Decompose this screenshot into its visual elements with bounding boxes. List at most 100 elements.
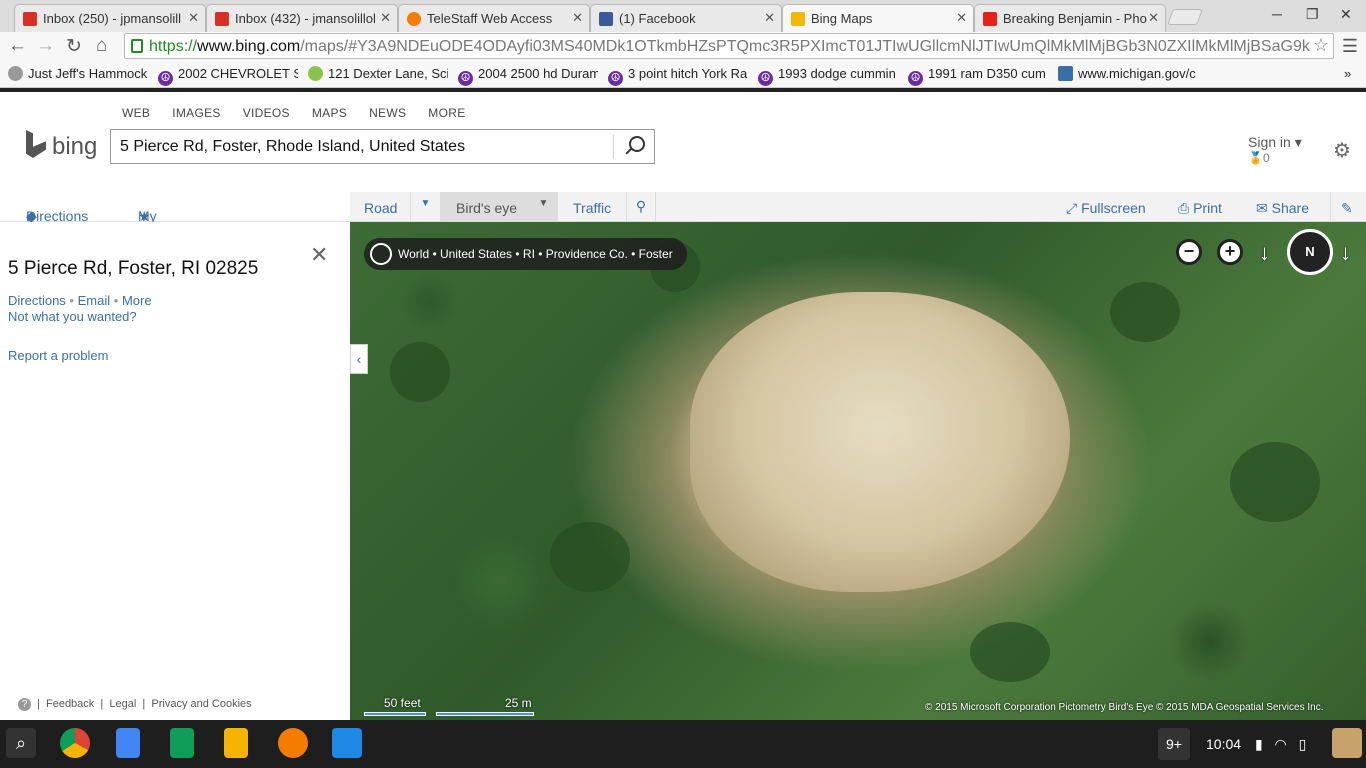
tab-strip: Inbox (250) - jpmansolill ✕ Inbox (432) -… [0,0,1366,32]
road-view-button[interactable]: Road [364,192,397,222]
edit-map-button[interactable]: ✎ [1330,192,1366,222]
printer-icon: ⎙ [1178,200,1190,216]
print-button[interactable]: ⎙ Print [1178,192,1222,222]
slides-app-icon[interactable] [224,728,248,758]
bookmark-item[interactable]: ☮ 1993 dodge cummin [758,66,898,86]
bookmark-item[interactable]: ☮ 2002 CHEVROLET SI [158,66,298,86]
map-toolbar: Road ▼ Bird's eye ▼ Traffic ⚲ ⤢ Fullscre… [350,192,1366,222]
bookmarks-bar: Just Jeff's Hammock ☮ 2002 CHEVROLET SI 1… [0,60,1366,88]
close-tab-icon[interactable]: ✕ [764,10,775,26]
road-dropdown[interactable]: ▼ [410,192,440,222]
close-tab-icon[interactable]: ✕ [956,10,967,26]
os-shelf: ⌕ 9+ 10:04 ▮ ◠ ▯ [0,720,1366,768]
wifi-icon: ◠ [1274,736,1287,752]
rewards-icon: 🏅 [1248,151,1263,165]
fullscreen-button[interactable]: ⤢ Fullscreen [1066,192,1146,222]
not-wanted-link[interactable]: Not what you wanted? [8,309,137,324]
bookmark-item[interactable]: ☮ 3 point hitch York Ra [608,66,748,86]
minimize-icon[interactable]: ─ [1272,6,1282,22]
bing-logo[interactable]: bing [26,130,97,161]
docs-app-icon[interactable] [116,728,140,758]
rotate-left-icon[interactable]: ↓ [1259,240,1270,266]
notification-badge[interactable]: 9+ [1158,728,1190,760]
location-breadcrumb[interactable]: World • United States • RI • Providence … [364,238,687,270]
bookmark-item[interactable]: ☮ 2004 2500 hd Duram [458,66,598,86]
close-window-icon[interactable]: ✕ [1340,6,1352,23]
scale-meters-label: 25 m [505,696,532,710]
tree-canopy [1230,442,1320,522]
nav-web[interactable]: WEB [122,106,150,120]
map-pin-icon [308,66,323,81]
tab-facebook[interactable]: (1) Facebook ✕ [590,4,782,32]
report-problem-link[interactable]: Report a problem [8,348,108,363]
directions-link[interactable]: Directions [8,293,66,308]
nav-more[interactable]: MORE [428,106,465,120]
tab-inbox-2[interactable]: Inbox (432) - jmansolillol ✕ [206,4,398,32]
chevron-down-icon: ▼ [538,198,549,209]
search-input[interactable]: 5 Pierce Rd, Foster, Rhode Island, Unite… [110,129,655,164]
privacy-link[interactable]: Privacy and Cookies [151,698,251,710]
nav-news[interactable]: NEWS [369,106,406,120]
files-app-icon[interactable] [332,728,362,758]
map-canvas[interactable]: World • United States • RI • Providence … [350,222,1366,720]
tab-bing-maps[interactable]: Bing Maps ✕ [782,4,974,32]
compass-button[interactable]: N [1287,229,1333,275]
tab-telestaff[interactable]: TeleStaff Web Access ✕ [398,4,590,32]
chrome-app-icon[interactable] [60,728,90,758]
reload-icon[interactable]: ↻ [66,35,82,58]
sheets-app-icon[interactable] [170,728,194,758]
tab-inbox-1[interactable]: Inbox (250) - jpmansolill ✕ [14,4,206,32]
nav-images[interactable]: IMAGES [172,106,220,120]
email-link[interactable]: Email [78,293,111,308]
address-bar[interactable]: https://www.bing.com/maps/#Y3A9NDEuODE4O… [124,33,1334,59]
youtube-icon [983,12,997,26]
birds-eye-button[interactable]: Bird's eye [440,192,530,222]
traffic-button[interactable]: Traffic [573,192,611,222]
status-tray[interactable]: 10:04 ▮ ◠ ▯ [1198,728,1328,760]
music-app-icon[interactable] [278,728,308,758]
new-tab-button[interactable] [1167,9,1203,25]
close-tab-icon[interactable]: ✕ [1148,10,1159,26]
bookmark-item[interactable]: Just Jeff's Hammock [8,66,148,81]
help-icon[interactable]: ? [18,698,31,711]
bookmark-star-icon[interactable]: ☆ [1313,35,1329,56]
scale-bar-feet [364,712,426,716]
tab-youtube[interactable]: Breaking Benjamin - Pho ✕ [974,4,1166,32]
zoom-out-button[interactable]: − [1176,239,1202,265]
bookmarks-overflow-button[interactable]: » [1344,66,1351,81]
search-icon[interactable]: ⌕ [6,728,36,758]
close-icon[interactable]: ✕ [310,242,328,268]
nav-maps[interactable]: MAPS [312,106,347,120]
locate-me-icon[interactable] [370,243,392,265]
bookmark-item[interactable]: 121 Dexter Lane, Sci [308,66,448,81]
collapse-panel-button[interactable]: ‹ [350,344,368,374]
search-icon[interactable] [629,136,645,152]
restore-icon[interactable]: ❐ [1306,6,1319,23]
nav-videos[interactable]: VIDEOS [243,106,290,120]
feedback-link[interactable]: Feedback [46,698,94,710]
share-button[interactable]: ✉ Share [1256,192,1309,222]
close-tab-icon[interactable]: ✕ [188,10,199,26]
rotate-right-icon[interactable]: ↓ [1340,240,1351,266]
home-icon[interactable]: ⌂ [96,35,107,57]
sign-in-button[interactable]: Sign in ▾ 🏅0 [1248,134,1302,165]
peace-icon: ☮ [758,71,773,86]
gmail-icon [23,12,37,26]
gear-icon[interactable]: ⚙ [1333,138,1351,163]
avatar[interactable] [1332,728,1362,758]
forward-icon[interactable]: → [36,35,55,57]
close-tab-icon[interactable]: ✕ [380,10,391,26]
bookmark-item[interactable]: ☮ 1991 ram D350 cum [908,66,1048,86]
legal-link[interactable]: Legal [109,698,136,710]
streetside-button[interactable]: ⚲ [626,192,656,222]
divider [613,135,614,159]
birds-eye-dropdown[interactable]: ▼ [528,192,558,222]
page-icon [8,66,23,81]
back-icon[interactable]: ← [8,35,27,57]
close-tab-icon[interactable]: ✕ [572,10,583,26]
chrome-menu-icon[interactable]: ☰ [1342,36,1358,57]
zoom-in-button[interactable]: + [1217,239,1243,265]
bookmark-item[interactable]: www.michigan.gov/c [1058,66,1198,81]
more-link[interactable]: More [122,293,152,308]
peace-icon: ☮ [608,71,623,86]
